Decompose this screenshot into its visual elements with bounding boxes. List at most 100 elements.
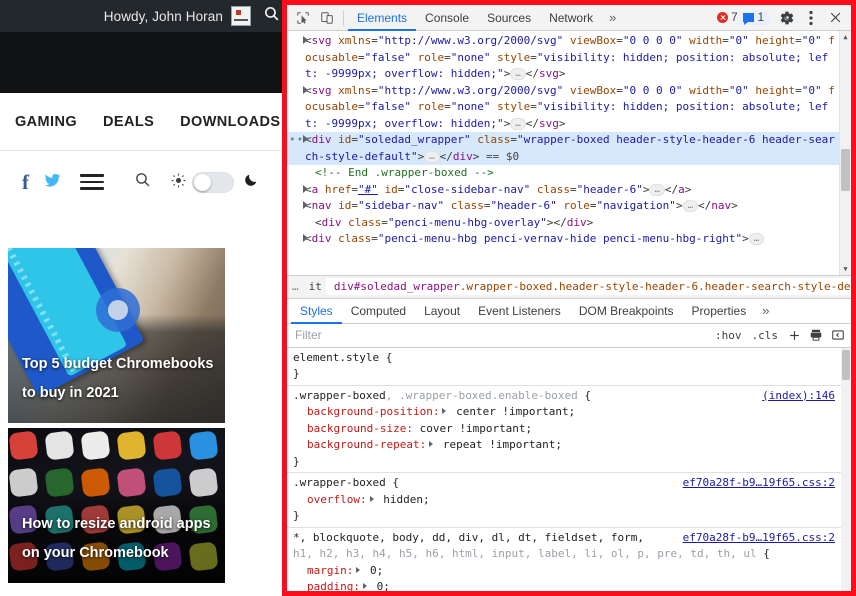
css-rule[interactable]: ef70a28f-b9…19f65.css:2 .wrapper-boxed {o… — [287, 473, 841, 528]
nav-item-deals[interactable]: DEALS — [90, 114, 167, 130]
dom-tree-node[interactable]: <div class="penci-menu-hbg penci-vernav-… — [287, 231, 840, 248]
dom-tree-node[interactable]: ••• <div id="soledad_wrapper" class="wrap… — [287, 132, 840, 165]
nav-item-downloads[interactable]: DOWNLOADS — [167, 114, 293, 130]
css-rule-source[interactable]: ef70a28f-b9…19f65.css:2 — [683, 530, 835, 547]
expand-triangle-icon[interactable] — [303, 184, 308, 193]
expand-value-icon[interactable] — [429, 441, 434, 447]
css-declaration[interactable]: background-size: cover !important; — [293, 421, 837, 438]
css-value[interactable]: repeat !important; — [436, 438, 562, 451]
collapsed-children-icon[interactable]: … — [510, 68, 526, 80]
more-tabs-icon[interactable]: » — [602, 10, 623, 25]
hamburger-menu-icon[interactable] — [80, 174, 104, 190]
expand-value-icon[interactable] — [442, 408, 447, 414]
breadcrumb-overflow-left[interactable]: … — [287, 280, 305, 293]
expand-triangle-icon[interactable] — [303, 234, 308, 242]
scrollbar-thumb[interactable] — [842, 349, 850, 380]
rules-scrollbar[interactable] — [841, 347, 851, 591]
expand-triangle-icon[interactable] — [303, 201, 308, 209]
css-value[interactable]: cover !important; — [420, 422, 533, 435]
dom-tree-node[interactable]: <a href="#" id="close-sidebar-nav" class… — [287, 182, 840, 199]
collapsed-children-icon[interactable]: … — [424, 150, 440, 163]
tab-network[interactable]: Network — [540, 5, 602, 31]
hov-button[interactable]: :hov — [710, 329, 747, 342]
css-selector[interactable]: element.style { — [293, 350, 837, 367]
nav-item-gaming[interactable]: GAMING — [2, 114, 90, 130]
scrollbar-thumb[interactable] — [841, 149, 850, 191]
avatar[interactable] — [231, 6, 251, 26]
css-value[interactable]: 0; — [363, 564, 383, 577]
more-style-tabs-icon[interactable]: » — [755, 303, 776, 318]
tab-dom-breakpoints[interactable]: DOM Breakpoints — [570, 298, 683, 324]
tab-sources[interactable]: Sources — [478, 5, 540, 31]
twitter-icon[interactable] — [43, 172, 62, 193]
error-count-badge[interactable]: 7 — [717, 12, 738, 24]
expand-value-icon[interactable] — [362, 583, 367, 589]
tab-computed[interactable]: Computed — [342, 298, 415, 324]
tab-console[interactable]: Console — [416, 5, 478, 31]
dom-tree-node[interactable]: <!-- End .wrapper-boxed --> — [287, 165, 840, 182]
scroll-down-arrow[interactable]: ▼ — [840, 263, 851, 275]
tab-properties[interactable]: Properties — [683, 298, 756, 324]
dom-tree-node[interactable]: <svg xmlns="http://www.w3.org/2000/svg" … — [287, 83, 840, 133]
css-property[interactable]: margin: — [293, 564, 353, 577]
css-rule[interactable]: (index):146 .wrapper-boxed, .wrapper-boxe… — [287, 386, 841, 473]
css-property[interactable]: background-repeat: — [293, 438, 426, 451]
scroll-up-arrow[interactable]: ▲ — [840, 31, 851, 43]
css-property[interactable]: overflow: — [293, 493, 367, 506]
css-value[interactable]: hidden; — [377, 493, 429, 506]
breadcrumb-current[interactable]: div#soledad_wrapper.wrapper-boxed.header… — [325, 278, 851, 295]
facebook-icon[interactable]: f — [22, 171, 29, 193]
gear-icon[interactable] — [775, 7, 799, 29]
css-declaration[interactable]: overflow: hidden; — [293, 492, 837, 509]
css-selector[interactable]: .wrapper-boxed, .wrapper-boxed.enable-bo… — [293, 388, 837, 405]
toggle-sidebar-icon[interactable] — [827, 325, 849, 345]
css-rule-source[interactable]: ef70a28f-b9…19f65.css:2 — [683, 475, 835, 492]
css-value[interactable]: center !important; — [449, 405, 575, 418]
css-property[interactable]: background-position: — [293, 405, 439, 418]
css-declaration[interactable]: margin: 0; — [293, 563, 837, 580]
css-declaration[interactable]: background-position: center !important; — [293, 404, 837, 421]
collapsed-children-icon[interactable]: … — [748, 233, 765, 245]
collapsed-children-icon[interactable]: … — [649, 183, 665, 196]
css-property[interactable]: padding: — [293, 580, 360, 591]
print-styles-icon[interactable] — [805, 325, 827, 345]
collapsed-children-icon[interactable]: … — [510, 117, 526, 130]
css-rule[interactable]: element.style {} — [287, 348, 841, 386]
more-options-icon[interactable] — [799, 7, 823, 29]
search-icon[interactable] — [134, 171, 151, 193]
css-property[interactable]: background-size: — [293, 422, 413, 435]
search-icon[interactable] — [263, 5, 280, 27]
inspect-element-icon[interactable] — [291, 7, 315, 29]
css-value[interactable]: 0; — [370, 580, 390, 591]
css-rule[interactable]: ef70a28f-b9…19f65.css:2 *, blockquote, bo… — [287, 528, 841, 592]
tab-elements[interactable]: Elements — [348, 5, 417, 31]
filter-input[interactable]: Filter — [295, 328, 710, 342]
expand-triangle-icon[interactable] — [303, 135, 308, 143]
expand-triangle-icon[interactable] — [303, 36, 308, 44]
add-new-rule-icon[interactable] — [783, 325, 805, 345]
tab-styles[interactable]: Styles — [291, 298, 342, 324]
css-rules-panel[interactable]: element.style {} (index):146 .wrapper-boxe… — [287, 347, 851, 592]
dom-tree-panel[interactable]: <svg xmlns="http://www.w3.org/2000/svg" … — [287, 31, 851, 275]
article-card[interactable]: How to resize android apps on your Chrom… — [8, 428, 225, 583]
dom-scrollbar[interactable]: ▲ ▼ — [839, 31, 851, 275]
expand-triangle-icon[interactable] — [303, 85, 308, 94]
collapsed-children-icon[interactable]: … — [682, 200, 698, 212]
css-declaration[interactable]: padding: 0; — [293, 579, 837, 591]
expand-value-icon[interactable] — [356, 566, 361, 573]
node-badge[interactable]: ••• — [289, 132, 312, 149]
breadcrumb-item-truncated[interactable]: it — [305, 280, 326, 293]
dom-tree-node[interactable]: <div class="penci-menu-hbg-overlay"></di… — [287, 215, 840, 232]
dom-tree-node[interactable]: <nav id="sidebar-nav" class="header-6" r… — [287, 198, 840, 215]
article-card[interactable]: Top 5 budget Chromebooks to buy in 2021 — [8, 248, 225, 423]
close-icon[interactable] — [823, 7, 847, 29]
dark-mode-toggle[interactable] — [192, 171, 234, 193]
css-declaration[interactable]: background-repeat: repeat !important; — [293, 437, 837, 454]
tab-event-listeners[interactable]: Event Listeners — [469, 298, 570, 324]
message-count-badge[interactable]: 1 — [739, 10, 769, 25]
device-toolbar-icon[interactable] — [315, 7, 339, 29]
css-rule-source[interactable]: (index):146 — [762, 388, 835, 405]
expand-value-icon[interactable] — [369, 495, 374, 502]
tab-layout[interactable]: Layout — [415, 298, 469, 324]
dom-tree-node[interactable]: <svg xmlns="http://www.w3.org/2000/svg" … — [287, 33, 840, 83]
